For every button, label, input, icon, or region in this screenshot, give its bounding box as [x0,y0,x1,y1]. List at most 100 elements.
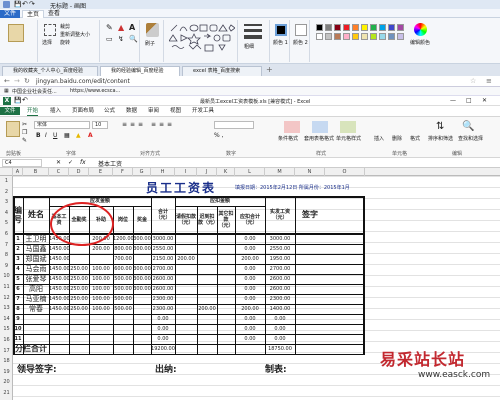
border-icon[interactable]: ▦ [64,132,70,139]
resize-button[interactable]: 重新调整大小 [60,31,90,38]
forward-icon[interactable]: → [14,77,20,85]
excel-tab-insert[interactable]: 插入 [50,107,61,115]
excel-tab-developer[interactable]: 开发工具 [192,107,214,115]
delete-cells-button[interactable]: 删除 [392,135,402,142]
column-header[interactable]: E [89,168,113,176]
palette-swatch[interactable] [325,33,332,40]
column-header[interactable]: G [133,168,151,176]
column-header[interactable]: A [13,168,23,176]
palette-swatch[interactable] [388,24,395,31]
crop-button[interactable]: 裁剪 [60,23,70,30]
percent-icon[interactable]: % , [214,132,224,139]
palette-swatch[interactable] [334,33,341,40]
cancel-icon[interactable]: ✕ [56,159,61,166]
row-header[interactable]: 21 [0,390,13,396]
qat-redo-icon[interactable]: ↷ [29,0,35,8]
column-header[interactable]: L [235,168,265,176]
row-header[interactable]: 17 [0,348,13,354]
palette-swatch[interactable] [352,33,359,40]
paint-color1[interactable]: 颜色 1 [272,20,290,62]
excel-tab-file[interactable]: 文件 [0,107,20,115]
qat-save-icon[interactable]: 💾 [14,1,21,8]
eraser-icon[interactable]: ▭ [106,35,113,43]
format-as-table-icon[interactable] [312,121,328,133]
fill-color-icon[interactable]: ▲ [76,132,81,139]
browser-tab-search[interactable]: excel 表格_百度搜索 [182,66,262,76]
palette-swatch[interactable] [343,33,350,40]
conditional-format-button[interactable]: 条件格式 [278,135,298,142]
select-icon[interactable] [44,24,56,36]
row-header[interactable]: 19 [0,369,13,375]
rotate-button[interactable]: 旋转 [60,39,70,46]
row-header[interactable]: 8 [0,252,13,258]
insert-function-icon[interactable]: fx [80,159,86,166]
row-header[interactable]: 2 [0,189,13,195]
back-icon[interactable]: ← [4,77,10,85]
paint-tab-home[interactable]: 主页 [22,10,45,18]
column-header[interactable]: O [325,168,365,176]
row-header[interactable]: 12 [0,295,13,301]
palette-swatch[interactable] [316,24,323,31]
close-button[interactable]: ✕ [482,97,487,104]
brush-icon[interactable] [146,23,159,37]
row-header[interactable]: 1 [0,178,13,184]
column-header[interactable]: B [23,168,49,176]
palette-swatch[interactable] [370,24,377,31]
conditional-format-icon[interactable] [284,121,300,133]
excel-tab-home[interactable]: 开始 [27,107,39,116]
column-header[interactable]: N [295,168,325,176]
star-icon[interactable]: ☆ [470,77,476,85]
sort-filter-button[interactable]: 排序和筛选 [428,135,453,142]
italic-icon[interactable]: I [45,132,47,139]
column-header[interactable]: I [175,168,197,176]
reload-icon[interactable]: ↻ [24,77,30,85]
url-field[interactable]: jingyan.baidu.com/edit/content [36,78,130,85]
cut-icon[interactable]: ✂ [22,121,27,128]
row-header[interactable]: 18 [0,358,13,364]
font-color-icon[interactable]: A [88,132,93,139]
row-header[interactable]: 4 [0,210,13,216]
underline-icon[interactable]: U [53,132,57,139]
excel-tab-pagelayout[interactable]: 页面布局 [72,107,94,115]
maximize-button[interactable]: □ [466,97,472,104]
paste-icon[interactable] [8,24,24,42]
paste-icon[interactable] [6,121,20,137]
column-header[interactable]: H [151,168,175,176]
color2-swatch[interactable] [295,24,307,36]
sort-filter-icon[interactable]: ⇅ [436,121,444,132]
select-all-corner[interactable] [0,168,13,176]
minimize-button[interactable]: — [450,97,456,104]
color1-swatch[interactable] [275,24,287,36]
row-header[interactable]: 14 [0,316,13,322]
magnifier-icon[interactable]: 🔍 [129,35,138,43]
pencil-icon[interactable]: ✎ [106,23,113,32]
excel-tab-view[interactable]: 视图 [170,107,181,115]
row-header[interactable]: 3 [0,199,13,205]
palette-swatch[interactable] [343,24,350,31]
palette-swatch[interactable] [325,24,332,31]
palette-swatch[interactable] [388,33,395,40]
excel-tab-review[interactable]: 审阅 [148,107,159,115]
cell-styles-button[interactable]: 单元格样式 [336,135,361,142]
row-header[interactable]: 15 [0,326,13,332]
row-header[interactable]: 7 [0,242,13,248]
formula-input[interactable]: 基本工资 [98,159,122,168]
fill-icon[interactable]: ▲ [118,23,124,32]
new-tab-icon[interactable]: + [266,65,273,74]
column-header[interactable]: J [197,168,217,176]
row-header[interactable]: 11 [0,284,13,290]
find-select-icon[interactable]: 🔍 [462,121,474,132]
enter-icon[interactable]: ✓ [68,159,73,166]
apps-icon[interactable]: ▦ [4,88,9,94]
column-header[interactable]: F [113,168,133,176]
shapes-gallery-icon[interactable] [169,23,235,53]
column-header[interactable]: C [49,168,69,176]
row-header[interactable]: 9 [0,263,13,269]
browser-tab-edit[interactable]: 我的经验编辑_百度经验 [100,66,180,76]
palette-swatch[interactable] [334,24,341,31]
excel-tab-data[interactable]: 数据 [126,107,137,115]
bookmark-item[interactable]: https://www.ecsca... [70,88,120,94]
format-painter-icon[interactable]: ✎ [22,137,27,144]
format-as-table-button[interactable]: 套用表格格式 [304,135,334,142]
row-header[interactable]: 16 [0,337,13,343]
